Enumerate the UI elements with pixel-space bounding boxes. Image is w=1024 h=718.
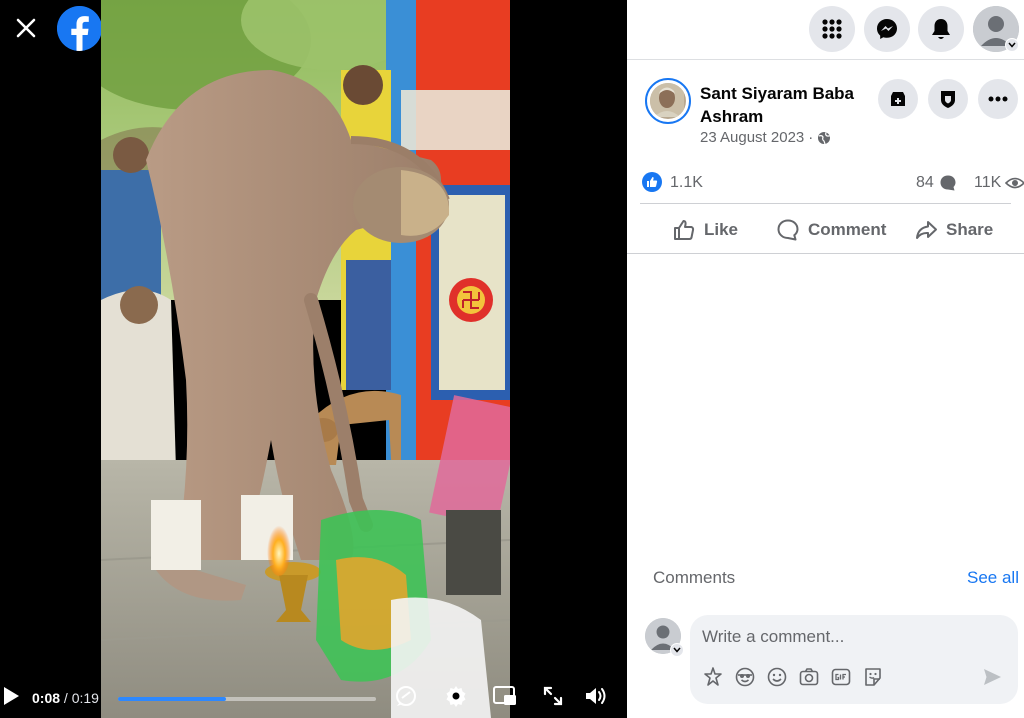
eye-icon bbox=[1005, 177, 1024, 189]
current-time: 0:08 bbox=[32, 690, 61, 706]
comment-composer bbox=[690, 615, 1018, 704]
duration: 0:19 bbox=[71, 690, 99, 706]
messenger-icon[interactable] bbox=[864, 6, 910, 52]
follow-shield-button[interactable] bbox=[928, 79, 968, 119]
post-side-panel: Sant Siyaram Baba Ashram 23 August 2023 … bbox=[627, 0, 1024, 718]
save-box-icon bbox=[891, 92, 905, 106]
account-chevron-down-icon[interactable] bbox=[1005, 38, 1019, 52]
settings-gear-icon[interactable] bbox=[442, 682, 470, 710]
shield-icon bbox=[941, 91, 955, 108]
share-button[interactable]: Share bbox=[914, 210, 993, 250]
post-date-text[interactable]: 23 August 2023 bbox=[700, 129, 804, 146]
comment-input[interactable] bbox=[702, 625, 1002, 649]
time-separator: / bbox=[63, 690, 68, 706]
divider bbox=[627, 253, 1024, 254]
page-avatar-photo bbox=[650, 83, 686, 119]
menu-grid-icon[interactable] bbox=[809, 6, 855, 52]
video-still bbox=[101, 0, 510, 718]
comment-bubble-icon bbox=[940, 175, 956, 191]
progress-fill bbox=[118, 697, 227, 701]
video-pane: 0:08 / 0:19 bbox=[0, 0, 627, 718]
progress-bar[interactable] bbox=[118, 697, 376, 701]
share-label: Share bbox=[946, 220, 994, 239]
video-frame[interactable] bbox=[101, 0, 510, 718]
like-reaction-icon[interactable] bbox=[642, 172, 662, 192]
view-count-text: 11K bbox=[974, 174, 1002, 191]
see-all-comments-link[interactable]: See all bbox=[967, 568, 1019, 588]
fullscreen-icon[interactable] bbox=[539, 682, 567, 710]
share-arrow-icon bbox=[916, 221, 937, 239]
camera-icon[interactable] bbox=[797, 665, 821, 689]
comment-count-text: 84 bbox=[916, 174, 934, 191]
save-post-button[interactable] bbox=[878, 79, 918, 119]
close-icon[interactable] bbox=[12, 14, 40, 42]
post-stats: 1.1K 84 11K bbox=[627, 165, 1024, 201]
page-avatar[interactable] bbox=[645, 78, 691, 124]
view-count: 11K bbox=[974, 174, 1024, 192]
volume-icon[interactable] bbox=[582, 682, 610, 710]
more-options-button[interactable] bbox=[978, 79, 1018, 119]
globe-icon bbox=[818, 131, 831, 144]
sticker-icon[interactable] bbox=[861, 665, 885, 689]
date-separator: · bbox=[808, 129, 814, 146]
captions-icon[interactable] bbox=[392, 682, 420, 710]
smiley-icon[interactable] bbox=[765, 665, 789, 689]
time-display: 0:08 / 0:19 bbox=[32, 690, 99, 706]
comment-icon bbox=[777, 219, 799, 241]
picture-in-picture-icon[interactable] bbox=[490, 682, 520, 710]
more-dots-icon bbox=[988, 96, 1008, 102]
comments-heading: Comments bbox=[653, 568, 736, 587]
like-label: Like bbox=[704, 220, 739, 239]
reaction-count[interactable]: 1.1K bbox=[670, 174, 703, 192]
like-button[interactable]: Like bbox=[672, 210, 738, 250]
post-actions: Like Comment Share bbox=[640, 203, 1011, 253]
commenter-chevron-down-icon[interactable] bbox=[670, 643, 684, 657]
facebook-logo-icon[interactable] bbox=[57, 6, 102, 51]
comment-button[interactable]: Comment bbox=[776, 210, 886, 250]
post-header: Sant Siyaram Baba Ashram 23 August 2023 … bbox=[627, 60, 1024, 160]
top-navigation bbox=[627, 0, 1024, 60]
page-name[interactable]: Sant Siyaram Baba Ashram bbox=[700, 82, 880, 128]
avatar-sticker-icon[interactable] bbox=[701, 665, 725, 689]
post-date: 23 August 2023 · bbox=[700, 129, 831, 146]
video-controls: 0:08 / 0:19 bbox=[0, 674, 627, 718]
thumbs-up-icon bbox=[674, 220, 695, 240]
play-icon[interactable] bbox=[0, 682, 22, 710]
comment-label: Comment bbox=[808, 220, 887, 239]
comment-count[interactable]: 84 bbox=[916, 174, 957, 192]
emoji-face-icon[interactable] bbox=[733, 665, 757, 689]
video-viewer: 0:08 / 0:19 Sant Siyaram Baba Ashram 23 … bbox=[0, 0, 1024, 718]
send-icon[interactable] bbox=[980, 665, 1004, 689]
notifications-bell-icon[interactable] bbox=[918, 6, 964, 52]
gif-icon[interactable] bbox=[829, 665, 853, 689]
